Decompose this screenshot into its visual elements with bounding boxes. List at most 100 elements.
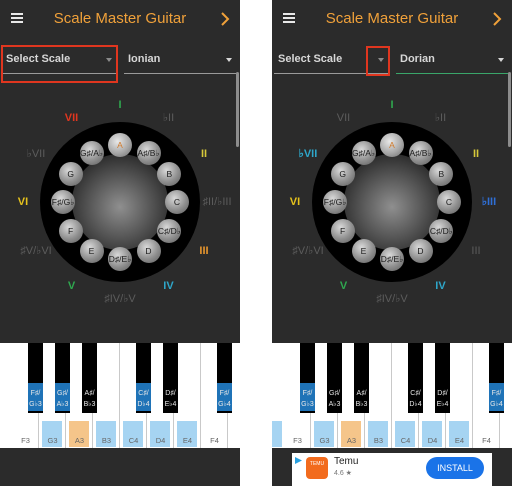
key-highlight xyxy=(272,421,282,447)
black-key-label: A♯/ B♭3 xyxy=(355,390,368,408)
white-key-label: B3 xyxy=(373,436,384,445)
degree-label: ♯IV/♭V xyxy=(376,293,408,305)
degree-label: IV xyxy=(163,280,174,292)
note-circle[interactable]: G xyxy=(330,161,355,186)
note-circle[interactable]: G♯/A♭ xyxy=(351,140,376,165)
degree-label: IV xyxy=(435,280,446,292)
ad-banner[interactable]: TEMU Temu 4.6 ★ INSTALL xyxy=(292,453,492,486)
white-key-label: E4 xyxy=(454,436,465,445)
note-circle[interactable]: G♯/A♭ xyxy=(79,140,104,165)
note-circle[interactable]: F♯/G♭ xyxy=(51,190,75,214)
note-circle[interactable]: E xyxy=(351,239,376,264)
black-key-label: C♯/ D♭4 xyxy=(137,390,150,408)
degree-label: VI xyxy=(289,196,301,208)
black-key-label: C♯/ D♭4 xyxy=(409,390,422,408)
note-circle[interactable]: F xyxy=(330,218,355,243)
white-key-label: E4 xyxy=(182,436,193,445)
degree-label: ♯V/♭VI xyxy=(20,244,52,257)
black-key-label: D♯/ E♭4 xyxy=(164,390,177,408)
white-key-label: A3 xyxy=(74,436,85,445)
white-key-label: D4 xyxy=(155,436,166,445)
note-circle[interactable]: B xyxy=(157,161,182,186)
degree-label: ♭VII xyxy=(298,147,318,160)
white-key-label: G3 xyxy=(47,436,58,445)
black-key-label: F♯/ G♭3 xyxy=(301,390,314,408)
black-key-label: F♯/ G♭3 xyxy=(29,390,42,408)
black-key-label: G♯/ A♭3 xyxy=(56,390,69,408)
degree-label: II xyxy=(472,147,480,160)
scrollbar[interactable] xyxy=(236,72,239,147)
screen-dorian: Scale Master Guitar Select Scale Dorian … xyxy=(272,0,512,486)
note-circle[interactable]: A♯/B♭ xyxy=(136,140,161,165)
install-button[interactable]: INSTALL xyxy=(426,457,484,479)
degree-label: III xyxy=(199,244,209,257)
note-circle[interactable]: G xyxy=(58,161,83,186)
note-circle[interactable]: C♯/D♭ xyxy=(429,218,454,243)
degree-label: V xyxy=(339,280,348,292)
white-key-label: D4 xyxy=(427,436,438,445)
white-key-label: C4 xyxy=(128,436,139,445)
degree-label: I xyxy=(390,99,394,111)
note-circle[interactable]: A xyxy=(380,133,404,157)
degree-label: I xyxy=(118,99,122,111)
white-key-label: F3 xyxy=(21,436,30,445)
black-key-label: A♯/ B♭3 xyxy=(83,390,96,408)
highlight-box xyxy=(1,45,118,83)
screen-ionian: Scale Master Guitar Select Scale Ionian … xyxy=(0,0,240,486)
note-circle[interactable]: B xyxy=(429,161,454,186)
white-key-label: B3 xyxy=(101,436,112,445)
degree-label: ♭VII xyxy=(26,147,46,160)
scrollbar[interactable] xyxy=(508,72,511,147)
note-circle[interactable]: D♯/E♭ xyxy=(380,247,404,271)
white-key-label: G3 xyxy=(319,436,330,445)
white-key-label: A3 xyxy=(346,436,357,445)
wheel-center xyxy=(72,154,168,250)
scale-type-value: Select Scale xyxy=(278,53,343,65)
white-key-label: F4 xyxy=(210,436,219,445)
ad-app-name: Temu xyxy=(334,456,359,467)
degree-label: VI xyxy=(17,196,29,208)
chevron-right-icon[interactable] xyxy=(490,10,504,28)
ad-choices-icon[interactable] xyxy=(294,456,303,465)
degree-label: V xyxy=(67,280,76,292)
degree-label: VII xyxy=(336,111,351,124)
degree-label: ♭III xyxy=(481,196,497,208)
degree-label: ♯II/♭III xyxy=(202,196,232,208)
degree-label: ♯IV/♭V xyxy=(104,293,136,305)
note-circle[interactable]: D xyxy=(408,239,433,264)
degree-label: III xyxy=(471,244,481,257)
white-key-label: C4 xyxy=(400,436,411,445)
chevron-right-icon[interactable] xyxy=(218,10,232,28)
app-bar: Scale Master Guitar xyxy=(0,0,240,40)
note-circle[interactable]: F♯/G♭ xyxy=(323,190,347,214)
chevron-down-icon xyxy=(226,58,232,62)
ad-rating: 4.6 ★ xyxy=(334,470,352,477)
note-circle[interactable]: C♯/D♭ xyxy=(157,218,182,243)
black-key-label: F♯/ G♭4 xyxy=(218,390,231,408)
note-circle[interactable]: C xyxy=(437,190,461,214)
note-circle[interactable]: E xyxy=(79,239,104,264)
note-circle[interactable]: C xyxy=(165,190,189,214)
note-circle[interactable]: A♯/B♭ xyxy=(408,140,433,165)
black-key-label: G♯/ A♭3 xyxy=(328,390,341,408)
black-key-label: F♯/ G♭4 xyxy=(490,390,503,408)
highlight-box xyxy=(366,46,390,76)
note-circle[interactable]: D xyxy=(136,239,161,264)
black-key-label: D♯/ E♭4 xyxy=(436,390,449,408)
temu-logo: TEMU xyxy=(306,457,328,479)
piano-keyboard: F3 G3 A3 B3 C4 D4 E4 F4 F♯/ G♭3 G♯/ A♭3 A♯/ B♭3 C♯/… xyxy=(0,343,240,448)
note-circle[interactable]: A xyxy=(108,133,132,157)
white-key-label: F4 xyxy=(482,436,491,445)
mode-value: Dorian xyxy=(400,53,435,65)
white-key-label: F3 xyxy=(293,436,302,445)
mode-value: Ionian xyxy=(128,53,161,65)
mode-dropdown[interactable]: Dorian xyxy=(396,47,508,74)
mode-dropdown[interactable]: Ionian xyxy=(124,47,236,74)
degree-label: ♭II xyxy=(434,111,447,124)
app-bar: Scale Master Guitar xyxy=(272,0,512,40)
chevron-down-icon xyxy=(498,58,504,62)
degree-label: ♯V/♭VI xyxy=(292,244,324,257)
note-circle[interactable]: D♯/E♭ xyxy=(108,247,132,271)
note-circle[interactable]: F xyxy=(58,218,83,243)
degree-label: II xyxy=(200,147,208,160)
